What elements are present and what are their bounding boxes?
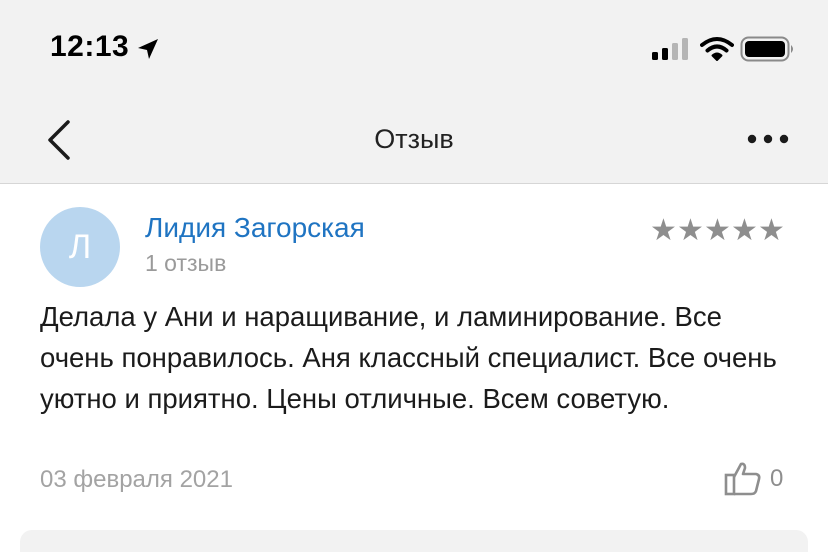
reply-card <box>20 530 808 552</box>
signal-icon <box>652 38 688 60</box>
star-icon: ★ <box>704 214 731 247</box>
like-button[interactable]: 0 <box>724 460 790 496</box>
like-count: 0 <box>770 465 784 492</box>
status-time: 12:13 <box>50 30 130 63</box>
screen: 12:13 Отзыв Л Лидия Загорская 1 отзыв ★★… <box>0 0 828 552</box>
battery-icon <box>740 36 793 62</box>
location-arrow-icon <box>138 39 158 59</box>
star-icon: ★ <box>650 214 677 247</box>
rating-stars: ★★★★★ <box>650 213 785 248</box>
author-name-link[interactable]: Лидия Загорская <box>145 212 365 244</box>
more-options-button[interactable] <box>742 126 794 152</box>
star-icon: ★ <box>758 214 785 247</box>
thumbs-up-icon <box>724 462 761 496</box>
author-review-count: 1 отзыв <box>145 250 227 276</box>
review-date: 03 февраля 2021 <box>40 466 233 493</box>
wifi-icon <box>700 37 734 61</box>
review-text: Делала у Ани и наращивание, и ламинирова… <box>40 301 777 414</box>
star-icon: ★ <box>677 214 704 247</box>
avatar[interactable]: Л <box>40 207 120 287</box>
top-bar: 12:13 Отзыв <box>0 0 828 184</box>
star-icon: ★ <box>731 214 758 247</box>
page-title: Отзыв <box>374 124 454 154</box>
